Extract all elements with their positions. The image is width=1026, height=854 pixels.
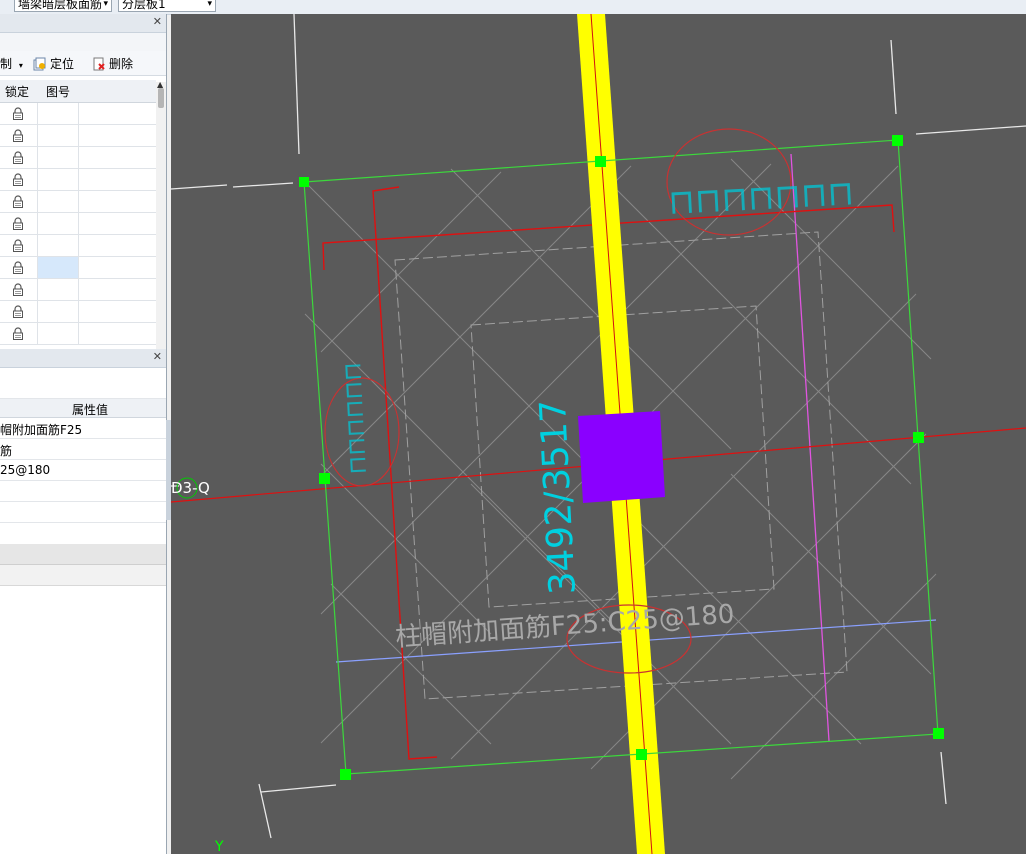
property-spacer [0, 378, 166, 399]
layer-toolbar: 制 ▾ 定位 删除 [0, 51, 166, 76]
lock-cell[interactable] [0, 169, 38, 190]
floor-combo[interactable]: 墙梁暗层板面筋 ▾ [14, 0, 112, 12]
table-row[interactable] [0, 191, 156, 213]
lock-cell[interactable] [0, 323, 38, 344]
lock-icon[interactable] [12, 173, 24, 186]
lock-icon[interactable] [12, 283, 24, 296]
close-icon[interactable]: ✕ [153, 350, 162, 363]
layer-panel-header: ✕ [0, 14, 166, 33]
partial-label: 制 [0, 57, 13, 71]
number-cell[interactable] [38, 257, 79, 278]
table-row[interactable] [0, 235, 156, 257]
number-cell[interactable] [38, 301, 79, 322]
delete-icon [93, 57, 105, 71]
lock-icon[interactable] [12, 327, 24, 340]
number-cell[interactable] [38, 103, 79, 124]
lock-icon[interactable] [12, 151, 24, 164]
property-group-bar[interactable] [0, 544, 166, 565]
property-table-header: 属性值 [0, 399, 166, 418]
left-pane: ✕ 制 ▾ 定位 删除 锁定 图号 ▲ ▼ ✕ 属性值 帽附加面筋F25 [0, 14, 167, 854]
chevron-down-icon: ▾ [207, 0, 212, 9]
table-row[interactable] [0, 125, 156, 147]
property-row[interactable] [0, 502, 166, 523]
svg-text:⊓⊓⊓⊓⊓⊓: ⊓⊓⊓⊓⊓⊓ [338, 361, 372, 475]
property-panel: 属性值 帽附加面筋F25 筋 25@180 [0, 378, 166, 523]
layer-table-header: 锁定 图号 [0, 80, 156, 103]
floor-combo-value: 墙梁暗层板面筋 [18, 0, 103, 11]
table-row[interactable] [0, 279, 156, 301]
column-header-lock: 锁定 [5, 85, 30, 99]
table-row[interactable] [0, 103, 156, 125]
property-value: 帽附加面筋F25 [0, 423, 83, 437]
lock-icon[interactable] [12, 261, 24, 274]
y-axis-label: Y [214, 839, 224, 854]
chevron-down-icon: ▾ [103, 0, 108, 9]
table-row[interactable] [0, 323, 156, 345]
svg-text:⊓⊓⊓⊓⊓⊓⊓: ⊓⊓⊓⊓⊓⊓⊓ [667, 173, 855, 223]
layer-table: 锁定 图号 [0, 80, 156, 345]
property-row[interactable]: 25@180 [0, 460, 166, 481]
lock-icon[interactable] [12, 305, 24, 318]
number-cell[interactable] [38, 147, 79, 168]
number-cell[interactable] [38, 323, 79, 344]
lock-cell[interactable] [0, 279, 38, 300]
lock-cell[interactable] [0, 257, 38, 278]
layer-combo-value: 分层板1 [122, 0, 166, 11]
lock-cell[interactable] [0, 213, 38, 234]
number-cell[interactable] [38, 213, 79, 234]
lock-icon[interactable] [12, 217, 24, 230]
locate-icon [33, 57, 46, 71]
locate-button[interactable]: 定位 [33, 55, 74, 72]
partial-button[interactable]: 制 ▾ [0, 55, 23, 72]
lock-cell[interactable] [0, 103, 38, 124]
number-cell[interactable] [38, 169, 79, 190]
property-value: 25@180 [0, 463, 51, 477]
axis-label: D3-Q [171, 479, 210, 497]
property-row[interactable]: 帽附加面筋F25 [0, 418, 166, 439]
property-row[interactable] [0, 481, 166, 502]
delete-label: 删除 [109, 57, 134, 71]
property-value-header: 属性值 [72, 403, 109, 417]
number-cell[interactable] [38, 279, 79, 300]
number-cell[interactable] [38, 191, 79, 212]
number-cell[interactable] [38, 125, 79, 146]
property-row[interactable]: 筋 [0, 439, 166, 460]
lock-cell[interactable] [0, 301, 38, 322]
lock-cell[interactable] [0, 191, 38, 212]
property-group-bar[interactable] [0, 565, 166, 586]
table-row[interactable] [0, 169, 156, 191]
lock-cell[interactable] [0, 235, 38, 256]
table-row[interactable] [0, 301, 156, 323]
cad-drawing[interactable]: ⊓⊓⊓⊓⊓⊓⊓ ⊓⊓⊓⊓⊓⊓ 3492/3517 柱帽附加面筋F25:C25@1… [171, 14, 1026, 854]
dimension-label: 3492/3517 [533, 398, 584, 595]
lock-icon[interactable] [12, 107, 24, 120]
lock-icon[interactable] [12, 129, 24, 142]
number-cell[interactable] [38, 235, 79, 256]
lock-icon[interactable] [12, 195, 24, 208]
scrollbar-thumb[interactable] [158, 88, 164, 108]
delete-button[interactable]: 删除 [92, 55, 133, 72]
table-row[interactable] [0, 147, 156, 169]
close-icon[interactable]: ✕ [153, 15, 162, 28]
layer-table-scrollbar[interactable]: ▲ ▼ [156, 80, 166, 360]
layer-panel-subheader [0, 33, 166, 52]
locate-label: 定位 [50, 57, 75, 71]
drawing-canvas[interactable]: ⊓⊓⊓⊓⊓⊓⊓ ⊓⊓⊓⊓⊓⊓ 3492/3517 柱帽附加面筋F25:C25@1… [171, 14, 1026, 854]
column-header-number: 图号 [46, 85, 71, 99]
table-row[interactable] [0, 257, 156, 279]
property-value: 筋 [0, 444, 13, 458]
lock-icon[interactable] [12, 239, 24, 252]
lock-cell[interactable] [0, 147, 38, 168]
lock-cell[interactable] [0, 125, 38, 146]
top-toolbar: 墙梁暗层板面筋 ▾ 分层板1 ▾ [0, 0, 1026, 15]
column-block[interactable] [578, 411, 665, 503]
layer-combo[interactable]: 分层板1 ▾ [118, 0, 216, 12]
chevron-down-icon: ▾ [18, 61, 23, 70]
table-row[interactable] [0, 213, 156, 235]
layer-table-body [0, 103, 156, 345]
property-panel-header: ✕ [0, 349, 166, 368]
